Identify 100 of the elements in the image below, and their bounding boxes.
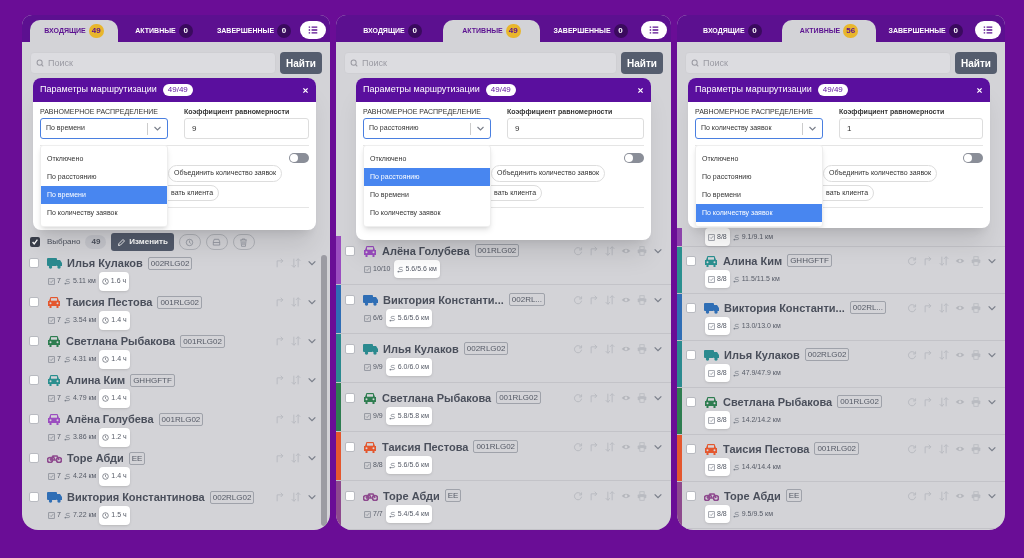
print-button[interactable] [637,392,647,403]
row-checkbox[interactable] [29,492,39,503]
swap-button[interactable] [291,258,301,269]
row-checkbox[interactable] [345,294,355,305]
print-button[interactable] [637,441,647,452]
edit-button[interactable]: Изменить [111,233,174,251]
row-checkbox[interactable] [686,349,696,360]
swap-button[interactable] [605,343,615,354]
close-button[interactable] [302,86,309,94]
view-toggle-button[interactable] [300,21,326,39]
turn-arrow-button[interactable] [275,492,285,503]
swap-button[interactable] [939,443,949,454]
swap-button[interactable] [291,336,301,347]
print-button[interactable] [637,294,647,305]
swap-button[interactable] [939,349,949,360]
row-checkbox[interactable] [345,392,355,403]
scrollbar[interactable] [321,255,327,526]
print-button[interactable] [971,396,981,407]
row-checkbox[interactable] [686,490,696,501]
turn-arrow-button[interactable] [923,255,933,266]
toggle-switch[interactable] [624,153,644,163]
swap-button[interactable] [939,302,949,313]
print-button[interactable] [971,349,981,360]
row-checkbox[interactable] [345,343,355,354]
turn-arrow-button[interactable] [589,441,599,452]
swap-button[interactable] [605,441,615,452]
search-button[interactable]: Найти [955,52,997,74]
search-field[interactable]: Поиск [30,52,276,74]
print-button[interactable] [971,255,981,266]
search-button[interactable]: Найти [621,52,663,74]
row-checkbox[interactable] [686,255,696,266]
swap-button[interactable] [605,245,615,256]
turn-arrow-button[interactable] [589,490,599,501]
print-button[interactable] [637,343,647,354]
swap-button[interactable] [291,375,301,386]
refresh-button[interactable] [907,396,917,407]
close-button[interactable] [637,86,644,94]
turn-arrow-button[interactable] [589,245,599,256]
row-checkbox[interactable] [345,441,355,452]
print-button[interactable] [637,245,647,256]
coefficient-input[interactable]: 9 [507,118,644,139]
row-checkbox[interactable] [29,453,39,464]
swap-button[interactable] [291,453,301,464]
row-checkbox[interactable] [345,245,355,256]
view-toggle-button[interactable] [975,21,1001,39]
swap-button[interactable] [605,490,615,501]
close-button[interactable] [976,86,983,94]
row-checkbox[interactable] [345,490,355,501]
select-all-checkbox[interactable] [30,237,40,247]
refresh-button[interactable] [573,490,583,501]
row-checkbox[interactable] [29,258,39,269]
print-button[interactable] [637,490,647,501]
search-field[interactable]: Поиск [344,52,617,74]
refresh-button[interactable] [907,349,917,360]
row-checkbox[interactable] [686,302,696,313]
refresh-button[interactable] [573,392,583,403]
turn-arrow-button[interactable] [275,336,285,347]
toggle-switch[interactable] [963,153,983,163]
turn-arrow-button[interactable] [589,294,599,305]
refresh-button[interactable] [573,294,583,305]
row-checkbox[interactable] [29,297,39,308]
search-button[interactable]: Найти [280,52,322,74]
swap-button[interactable] [291,297,301,308]
refresh-button[interactable] [907,255,917,266]
swap-button[interactable] [939,396,949,407]
row-checkbox[interactable] [29,336,39,347]
row-checkbox[interactable] [29,414,39,425]
print-button[interactable] [971,302,981,313]
turn-arrow-button[interactable] [923,396,933,407]
turn-arrow-button[interactable] [923,302,933,313]
print-button[interactable] [971,490,981,501]
row-checkbox[interactable] [686,396,696,407]
turn-arrow-button[interactable] [275,375,285,386]
swap-button[interactable] [939,490,949,501]
row-checkbox[interactable] [29,375,39,386]
refresh-button[interactable] [907,490,917,501]
refresh-button[interactable] [573,245,583,256]
search-field[interactable]: Поиск [685,52,951,74]
swap-button[interactable] [605,294,615,305]
refresh-button[interactable] [573,441,583,452]
turn-arrow-button[interactable] [275,258,285,269]
swap-button[interactable] [291,492,301,503]
swap-button[interactable] [291,414,301,425]
turn-arrow-button[interactable] [923,490,933,501]
toggle-switch[interactable] [289,153,309,163]
coefficient-input[interactable]: 1 [839,118,983,139]
view-toggle-button[interactable] [641,21,667,39]
turn-arrow-button[interactable] [923,349,933,360]
turn-arrow-button[interactable] [275,414,285,425]
refresh-button[interactable] [907,302,917,313]
turn-arrow-button[interactable] [275,297,285,308]
refresh-button[interactable] [907,443,917,454]
row-checkbox[interactable] [686,443,696,454]
coefficient-input[interactable]: 9 [184,118,309,139]
turn-arrow-button[interactable] [923,443,933,454]
refresh-button[interactable] [573,343,583,354]
turn-arrow-button[interactable] [275,453,285,464]
swap-button[interactable] [939,255,949,266]
swap-button[interactable] [605,392,615,403]
print-button[interactable] [971,443,981,454]
